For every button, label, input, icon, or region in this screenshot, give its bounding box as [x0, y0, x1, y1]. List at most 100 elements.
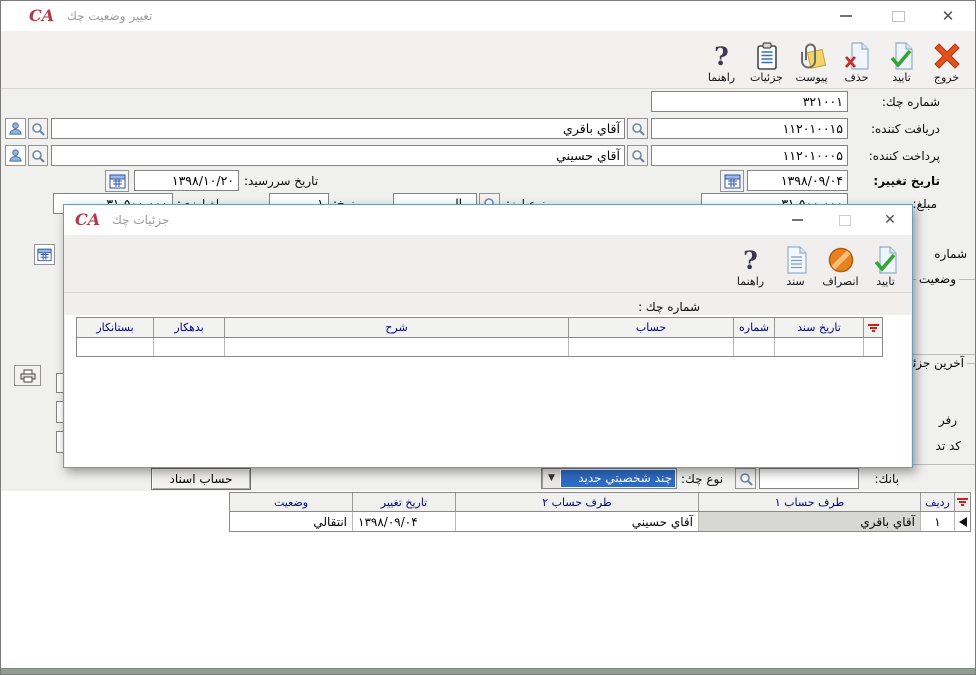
due-date-calendar-button[interactable]: [105, 170, 129, 192]
details-header-doc-date[interactable]: تاريخ سند: [774, 318, 863, 337]
app-logo: CA: [29, 6, 54, 25]
bank-input[interactable]: [759, 468, 859, 489]
confirm-button[interactable]: تاييد: [879, 39, 924, 88]
grid-filter-cell[interactable]: [954, 493, 970, 511]
receiver-label: دريافت كننده:: [871, 122, 940, 136]
cell-change-date: ۱۳۹۸/۰۹/۰۴: [352, 512, 455, 531]
details-header-account[interactable]: حساب: [568, 318, 733, 337]
amount-label: مبلغ:: [913, 197, 937, 211]
search-icon: [631, 149, 645, 163]
due-date-input[interactable]: ۱۳۹۸/۱۰/۲۰: [134, 170, 239, 191]
check-type-selected-value: چند شخصيتي جديد: [561, 470, 675, 487]
serial-label-fragment: شماره: [934, 247, 967, 261]
details-filter-cell[interactable]: [863, 318, 882, 337]
grid-header-status[interactable]: وضعيت: [230, 493, 352, 511]
details-button[interactable]: جزئيات: [744, 39, 789, 88]
payer-name-search-button[interactable]: [28, 145, 48, 166]
dialog-maximize-button[interactable]: [834, 211, 856, 229]
check-type-combobox[interactable]: ▼ چند شخصيتي جديد: [541, 468, 677, 489]
search-icon: [31, 149, 45, 163]
details-header-description[interactable]: شرح: [224, 318, 568, 337]
dialog-sanad-label: سند: [786, 275, 804, 288]
dialog-cancel-button[interactable]: انصراف: [818, 243, 863, 292]
grid-header-change-date[interactable]: تاريخ تغيير: [352, 493, 455, 511]
minimize-button[interactable]: [835, 7, 857, 25]
grid-header-party2[interactable]: طرف حساب ۲: [455, 493, 698, 511]
check-number-input[interactable]: ۳۲۱۰۰۱: [651, 91, 848, 112]
confirm-label: تاييد: [892, 71, 911, 84]
row-indicator-cell: [954, 512, 970, 531]
details-icon: [753, 42, 781, 70]
hidden-date-calendar-button[interactable]: [34, 244, 55, 265]
window-title: تغيير وضعيت چك: [67, 9, 152, 23]
grid-header-party1[interactable]: طرف حساب ۱: [698, 493, 920, 511]
change-date-label: تاريخ تغيير:: [873, 174, 940, 188]
receiver-person-button[interactable]: [5, 118, 26, 139]
exit-button[interactable]: خروج: [924, 39, 969, 88]
printer-icon: [20, 369, 36, 383]
grid-data-row[interactable]: ۱ آقاي باقري آقاي حسيني ۱۳۹۸/۰۹/۰۴ انتقا…: [230, 512, 970, 531]
document-icon: [782, 246, 810, 274]
dialog-minimize-button[interactable]: [786, 211, 808, 229]
main-window: CA تغيير وضعيت چك ✕ خروج تاييد حذف پيوست…: [0, 0, 976, 675]
due-date-label: تاريخ سررسيد:: [244, 174, 318, 188]
receiver-name-input[interactable]: آقاي باقري: [51, 118, 625, 139]
bank-label: بانك:: [875, 472, 900, 486]
confirm-icon: [872, 246, 900, 274]
bank-search-button[interactable]: [735, 468, 756, 489]
change-date-calendar-button[interactable]: [720, 170, 744, 192]
dialog-title: جزئيات چك: [112, 213, 169, 227]
code-label-fragment: كد تد: [936, 439, 961, 453]
calendar-icon: [109, 173, 126, 189]
receiver-search-button[interactable]: [627, 118, 648, 139]
sanad-account-button[interactable]: حساب اسناد: [151, 468, 251, 490]
receiver-code-input[interactable]: ۱۱۲۰۱۰۰۱۵: [651, 118, 848, 139]
search-icon: [739, 472, 753, 486]
payer-person-button[interactable]: [5, 145, 26, 166]
help-icon: ?: [714, 44, 729, 70]
details-header-debit[interactable]: بدهكار: [153, 318, 224, 337]
close-button[interactable]: ✕: [937, 7, 959, 25]
details-header-credit[interactable]: بستانكار: [77, 318, 153, 337]
cancel-icon: [827, 246, 855, 274]
payer-name-input[interactable]: آقاي حسيني: [51, 145, 625, 166]
minimize-icon: [792, 219, 803, 221]
payer-label: پرداخت كننده:: [869, 149, 940, 163]
close-icon: ✕: [884, 212, 896, 228]
change-date-input[interactable]: ۱۳۹۸/۰۹/۰۴: [747, 170, 848, 191]
dialog-close-button[interactable]: ✕: [879, 211, 901, 229]
dialog-toolbar: تاييد انصراف سند ? راهنما: [64, 235, 912, 293]
ref-label-fragment: رفر: [939, 413, 957, 427]
attach-label: پيوست: [795, 71, 827, 84]
delete-label: حذف: [845, 71, 869, 84]
help-button[interactable]: ? راهنما: [699, 41, 744, 88]
dialog-confirm-button[interactable]: تاييد: [863, 243, 908, 292]
attach-button[interactable]: پيوست: [789, 39, 834, 88]
payer-search-button[interactable]: [627, 145, 648, 166]
main-titlebar: CA تغيير وضعيت چك ✕: [1, 1, 975, 32]
details-header-number[interactable]: شماره: [733, 318, 774, 337]
delete-icon: [843, 42, 871, 70]
chevron-down-icon: ▼: [542, 469, 560, 488]
dialog-check-number-label: شماره چك :: [638, 300, 700, 314]
change-date-value: ۱۳۹۸/۰۹/۰۴: [781, 173, 843, 188]
delete-button[interactable]: حذف: [834, 39, 879, 88]
payer-code-input[interactable]: ۱۱۲۰۱۰۰۰۵: [651, 145, 848, 166]
details-table: تاريخ سند شماره حساب شرح بدهكار بستانكار: [76, 317, 883, 357]
grid-header-row: رديف طرف حساب ۱ طرف حساب ۲ تاريخ تغيير و…: [230, 493, 970, 512]
check-type-label: نوع چك:: [681, 472, 723, 486]
grid-header-row-number[interactable]: رديف: [920, 493, 954, 511]
receiver-name-search-button[interactable]: [28, 118, 48, 139]
details-header-row: تاريخ سند شماره حساب شرح بدهكار بستانكار: [77, 318, 882, 338]
dialog-help-button[interactable]: ? راهنما: [728, 245, 773, 292]
confirm-icon: [888, 42, 916, 70]
cell-status: انتقالي: [230, 512, 352, 531]
details-empty-row[interactable]: [77, 338, 882, 356]
calendar-icon: [724, 173, 741, 189]
maximize-button[interactable]: [887, 7, 909, 25]
print-button[interactable]: [14, 365, 41, 386]
minimize-icon: [840, 15, 852, 17]
dialog-logo: CA: [75, 210, 100, 229]
cell-party1: آقاي باقري: [698, 512, 920, 531]
dialog-sanad-button[interactable]: سند: [773, 243, 818, 292]
